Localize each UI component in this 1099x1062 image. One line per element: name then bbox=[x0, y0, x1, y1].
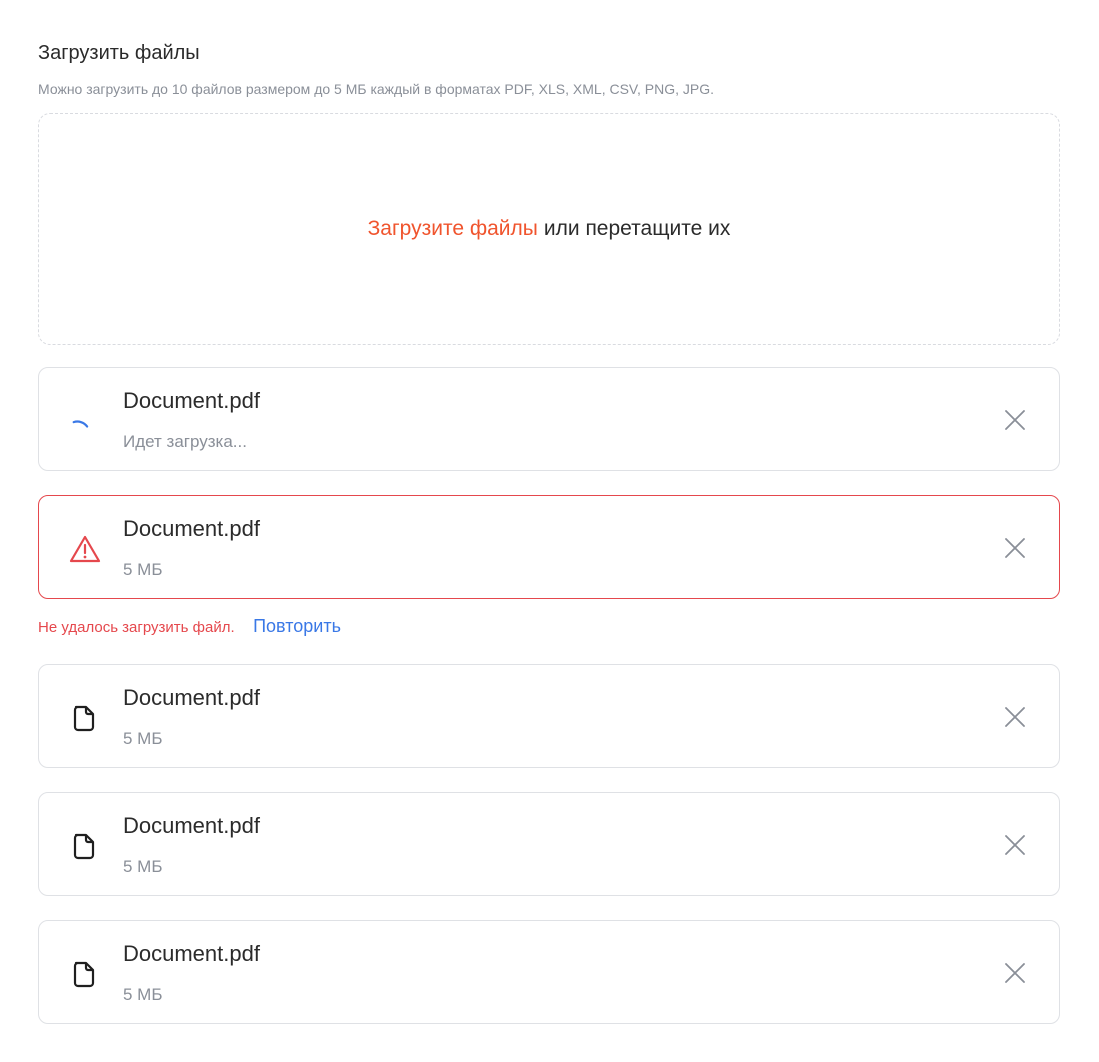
file-icon bbox=[69, 703, 99, 733]
file-status: Идет загрузка... bbox=[123, 432, 247, 451]
close-icon[interactable] bbox=[1001, 534, 1029, 562]
file-size: 5 МБ bbox=[123, 729, 163, 748]
upload-error-row: Не удалось загрузить файл. Повторить bbox=[38, 616, 341, 637]
drag-hint: или перетащите их bbox=[543, 217, 731, 240]
file-name: Document.pdf bbox=[123, 813, 260, 838]
upload-error-message: Не удалось загрузить файл. bbox=[38, 619, 235, 636]
file-size: 5 МБ bbox=[123, 560, 163, 579]
upload-hint: Можно загрузить до 10 файлов размером до… bbox=[38, 81, 714, 97]
file-name: Document.pdf bbox=[123, 516, 260, 541]
file-icon bbox=[69, 831, 99, 861]
file-item-error: Document.pdf 5 МБ bbox=[38, 495, 1060, 599]
file-item: Document.pdf 5 МБ bbox=[38, 920, 1060, 1024]
file-name: Document.pdf bbox=[123, 388, 260, 413]
file-size: 5 МБ bbox=[123, 985, 163, 1004]
close-icon[interactable] bbox=[1001, 703, 1029, 731]
close-icon[interactable] bbox=[1001, 831, 1029, 859]
file-icon bbox=[69, 959, 99, 989]
file-name: Document.pdf bbox=[123, 941, 260, 966]
close-icon[interactable] bbox=[1001, 406, 1029, 434]
warning-icon bbox=[69, 534, 101, 564]
file-item: Document.pdf 5 МБ bbox=[38, 792, 1060, 896]
spinner-icon bbox=[69, 406, 99, 436]
file-name: Document.pdf bbox=[123, 685, 260, 710]
file-dropzone[interactable]: Загрузите файлы или перетащите их bbox=[38, 113, 1060, 345]
file-size: 5 МБ bbox=[123, 857, 163, 876]
close-icon[interactable] bbox=[1001, 959, 1029, 987]
file-item-uploading: Document.pdf Идет загрузка... bbox=[38, 367, 1060, 471]
retry-link[interactable]: Повторить bbox=[253, 616, 341, 636]
upload-files-link[interactable]: Загрузите файлы bbox=[368, 217, 538, 241]
file-item: Document.pdf 5 МБ bbox=[38, 664, 1060, 768]
upload-title: Загрузить файлы bbox=[38, 42, 200, 64]
